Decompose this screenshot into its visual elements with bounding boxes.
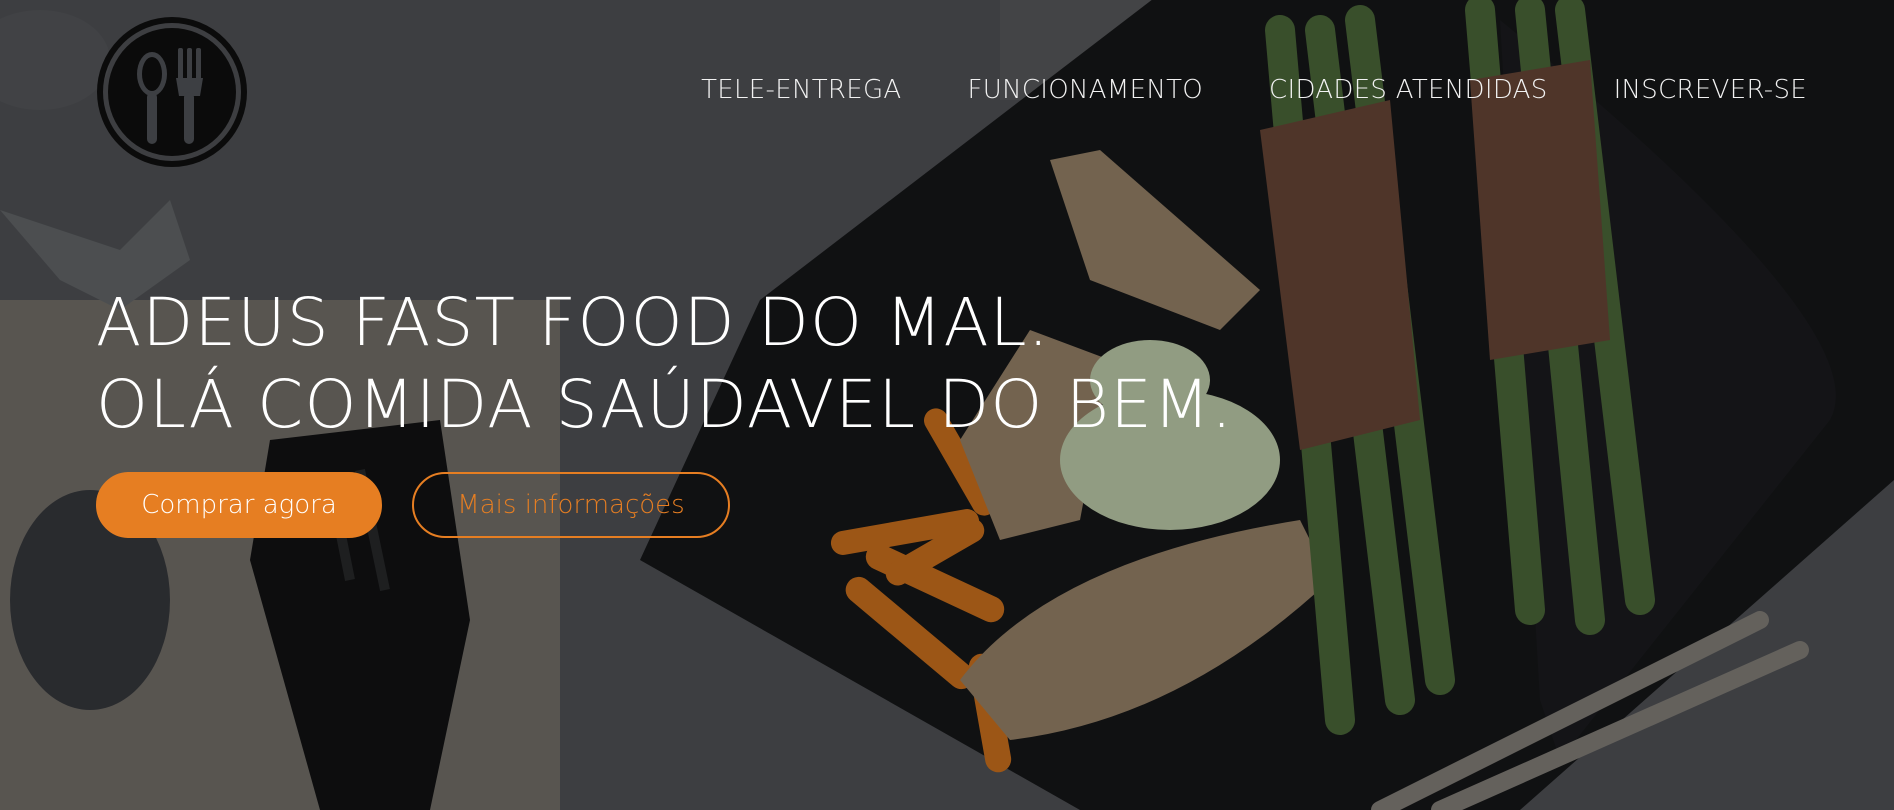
spoon-fork-icon xyxy=(97,17,247,167)
hero-section: TELE-ENTREGA FUNCIONAMENTO CIDADES ATEND… xyxy=(0,0,1894,810)
hero-headline: ADEUS FAST FOOD DO MAL. OLÁ COMIDA SAÚDA… xyxy=(96,282,1233,446)
main-nav: TELE-ENTREGA FUNCIONAMENTO CIDADES ATEND… xyxy=(635,74,1807,106)
headline-line-1: ADEUS FAST FOOD DO MAL. xyxy=(96,284,1050,361)
logo[interactable] xyxy=(96,16,248,168)
more-info-button[interactable]: Mais informações xyxy=(412,472,730,538)
nav-item-funcionamento[interactable]: FUNCIONAMENTO xyxy=(968,74,1204,106)
nav-item-inscrever-se[interactable]: INSCREVER-SE xyxy=(1614,74,1807,106)
nav-item-tele-entrega[interactable]: TELE-ENTREGA xyxy=(701,74,901,106)
buy-now-button[interactable]: Comprar agora xyxy=(96,472,382,538)
headline-line-2: OLÁ COMIDA SAÚDAVEL DO BEM. xyxy=(96,366,1234,443)
nav-item-cidades-atendidas[interactable]: CIDADES ATENDIDAS xyxy=(1269,74,1548,106)
hero-actions: Comprar agora Mais informações xyxy=(96,472,730,538)
